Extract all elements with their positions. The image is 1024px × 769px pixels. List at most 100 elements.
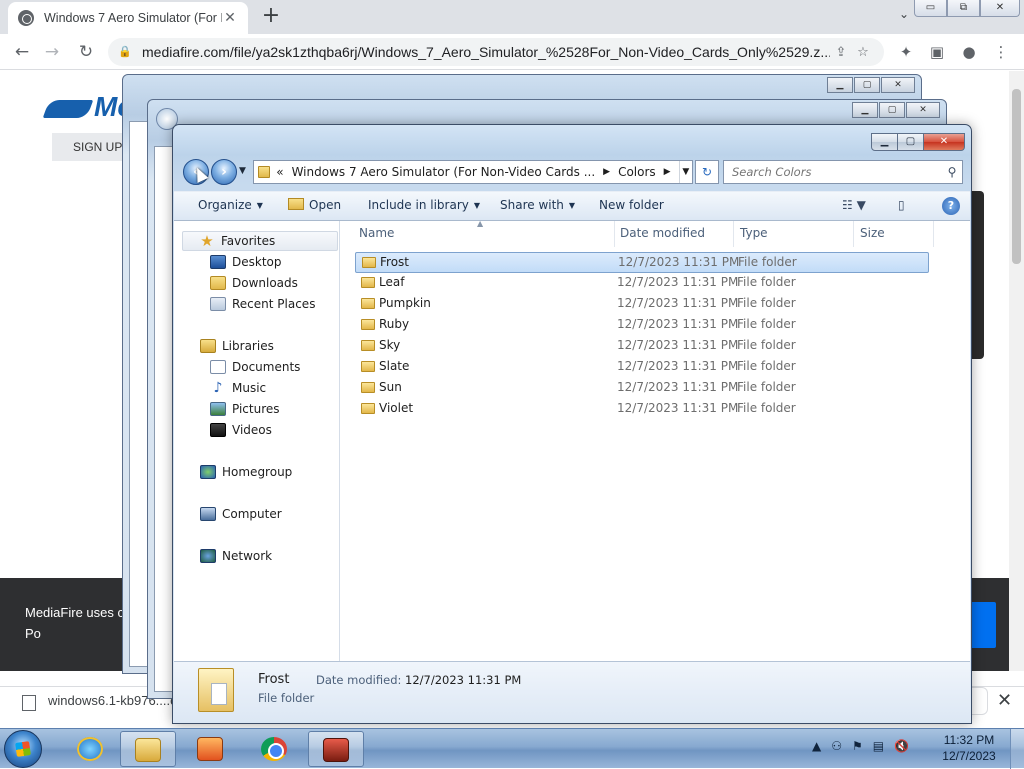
network-status-icon[interactable]: ⚇ — [831, 739, 842, 753]
browser-tab[interactable]: Windows 7 Aero Simulator (For N ✕ — [8, 2, 248, 34]
file-row-pumpkin[interactable]: Pumpkin 12/7/2023 11:31 PM File folder — [355, 294, 929, 315]
music-note-icon: ♪ — [213, 380, 223, 396]
page-scrollbar[interactable] — [1009, 71, 1024, 671]
taskbar-windows-explorer[interactable] — [120, 731, 176, 767]
new-folder-button[interactable]: New folder — [599, 198, 664, 212]
address-bar[interactable]: « Windows 7 Aero Simulator (For Non-Vide… — [253, 160, 693, 184]
start-button[interactable] — [4, 730, 42, 768]
nav-label: Pictures — [232, 402, 280, 416]
side-panel-icon[interactable]: ▣ — [926, 42, 948, 64]
taskbar-clock[interactable]: 11:32 PM 12/7/2023 — [938, 732, 1000, 764]
profile-avatar-icon[interactable]: ● — [958, 42, 980, 64]
scrollbar-thumb[interactable] — [1012, 89, 1021, 264]
breadcrumb-parent[interactable]: Windows 7 Aero Simulator (For Non-Video … — [292, 165, 596, 179]
tab-close-button[interactable]: ✕ — [222, 10, 238, 26]
restore-button[interactable]: ⧉ — [947, 0, 980, 17]
tab-search-icon[interactable]: ⌄ — [893, 7, 915, 27]
minimize-button[interactable]: ▁ — [871, 133, 898, 151]
chevron-down-icon: ▼ — [256, 201, 263, 210]
minimize-button[interactable]: ▁ — [852, 102, 878, 118]
chevron-right-icon[interactable]: ▶ — [603, 167, 610, 177]
address-bar[interactable]: 🔒 mediafire.com/file/ya2sk1zthqba6rj/Win… — [108, 38, 884, 66]
recent-pages-dropdown-icon[interactable]: ▼ — [239, 166, 246, 176]
nav-pictures[interactable]: Pictures — [210, 399, 280, 419]
reload-icon[interactable]: ↻ — [74, 40, 98, 64]
share-icon[interactable]: ⇪ — [830, 45, 852, 60]
file-row-ruby[interactable]: Ruby 12/7/2023 11:31 PM File folder — [355, 315, 929, 336]
maximize-button[interactable]: ▢ — [897, 133, 924, 151]
sort-ascending-icon: ▲ — [477, 219, 484, 228]
display-icon[interactable]: ▤ — [873, 739, 884, 753]
file-row-sky[interactable]: Sky 12/7/2023 11:31 PM File folder — [355, 336, 929, 357]
details-modified-value: 12/7/2023 11:31 PM — [405, 673, 522, 687]
videos-icon — [210, 423, 226, 437]
search-icon[interactable]: ⚲ — [942, 165, 962, 179]
nav-music[interactable]: ♪ Music — [210, 378, 267, 398]
nav-computer[interactable]: Computer — [200, 504, 282, 524]
share-with-button[interactable]: Share with ▼ — [500, 198, 575, 212]
open-button[interactable]: Open — [288, 198, 341, 212]
nav-downloads[interactable]: Downloads — [210, 273, 298, 293]
breadcrumb-overflow[interactable]: « — [276, 165, 283, 179]
nav-label: Favorites — [221, 234, 276, 248]
nav-videos[interactable]: Videos — [210, 420, 272, 440]
forward-arrow-icon[interactable]: → — [40, 40, 64, 64]
file-row-slate[interactable]: Slate 12/7/2023 11:31 PM File folder — [355, 357, 929, 378]
mediafire-logo[interactable]: Me — [42, 91, 133, 123]
extensions-puzzle-icon[interactable]: ✦ — [895, 42, 917, 64]
forward-button[interactable]: › — [211, 159, 237, 185]
file-row-sun[interactable]: Sun 12/7/2023 11:31 PM File folder — [355, 378, 929, 399]
column-name[interactable]: Name — [353, 221, 615, 247]
nav-desktop[interactable]: Desktop — [210, 252, 282, 272]
new-tab-button[interactable]: + — [258, 4, 284, 30]
column-date-modified[interactable]: Date modified — [614, 221, 734, 247]
search-box[interactable]: ⚲ — [723, 160, 963, 184]
close-button[interactable]: ✕ — [923, 133, 965, 151]
shelf-close-button[interactable]: ✕ — [997, 690, 1012, 711]
include-in-library-button[interactable]: Include in library ▼ — [368, 198, 480, 212]
nav-libraries[interactable]: Libraries — [200, 336, 274, 356]
taskbar-chrome[interactable] — [246, 731, 302, 767]
maximize-button[interactable]: ▢ — [879, 102, 905, 118]
taskbar-aero-simulator[interactable] — [308, 731, 364, 767]
breadcrumb-current[interactable]: Colors — [618, 165, 656, 179]
change-view-icon[interactable]: ☷ ▼ — [842, 198, 866, 212]
nav-label: Videos — [232, 423, 272, 437]
nav-favorites[interactable]: ★ Favorites — [182, 231, 338, 251]
file-row-frost[interactable]: Frost 12/7/2023 11:31 PM File folder — [355, 252, 929, 273]
show-hidden-icons-icon[interactable]: ▲ — [812, 739, 821, 753]
nav-homegroup[interactable]: Homegroup — [200, 462, 292, 482]
minimize-button[interactable]: ▁ — [827, 77, 853, 93]
url-text[interactable]: mediafire.com/file/ya2sk1zthqba6rj/Windo… — [142, 44, 830, 60]
nav-documents[interactable]: Documents — [210, 357, 300, 377]
taskbar-media-player[interactable] — [182, 731, 238, 767]
back-arrow-icon[interactable]: ← — [10, 40, 34, 64]
nav-recent-places[interactable]: Recent Places — [210, 294, 315, 314]
close-button[interactable]: ✕ — [980, 0, 1020, 17]
maximize-button[interactable]: ▢ — [854, 77, 880, 93]
minimize-button[interactable]: ▭ — [914, 0, 947, 17]
close-button[interactable]: ✕ — [881, 77, 915, 93]
chevron-right-icon[interactable]: ▶ — [664, 167, 671, 177]
show-desktop-button[interactable] — [1010, 729, 1024, 769]
help-icon[interactable]: ? — [942, 197, 960, 215]
organize-button[interactable]: Organize ▼ — [198, 198, 263, 212]
column-headers: Name ▲ Date modified Type Size — [341, 219, 970, 247]
file-type: File folder — [737, 296, 796, 310]
close-button[interactable]: ✕ — [906, 102, 940, 118]
media-player-icon — [197, 737, 223, 761]
action-center-flag-icon[interactable]: ⚑ — [852, 739, 863, 753]
file-row-leaf[interactable]: Leaf 12/7/2023 11:31 PM File folder — [355, 273, 929, 294]
bookmark-star-icon[interactable]: ☆ — [852, 45, 874, 60]
column-type[interactable]: Type — [734, 221, 854, 247]
preview-pane-icon[interactable]: ▯ — [898, 198, 905, 212]
address-dropdown-icon[interactable]: ▼ — [678, 161, 692, 183]
search-input[interactable] — [730, 164, 942, 180]
nav-network[interactable]: Network — [200, 546, 272, 566]
refresh-icon[interactable]: ↻ — [695, 160, 719, 184]
kebab-menu-icon[interactable]: ⋮ — [990, 42, 1012, 64]
volume-muted-icon[interactable]: 🔇 — [894, 739, 909, 753]
taskbar-internet-explorer[interactable] — [62, 731, 118, 767]
file-row-violet[interactable]: Violet 12/7/2023 11:31 PM File folder — [355, 399, 929, 420]
column-size[interactable]: Size — [854, 221, 934, 247]
